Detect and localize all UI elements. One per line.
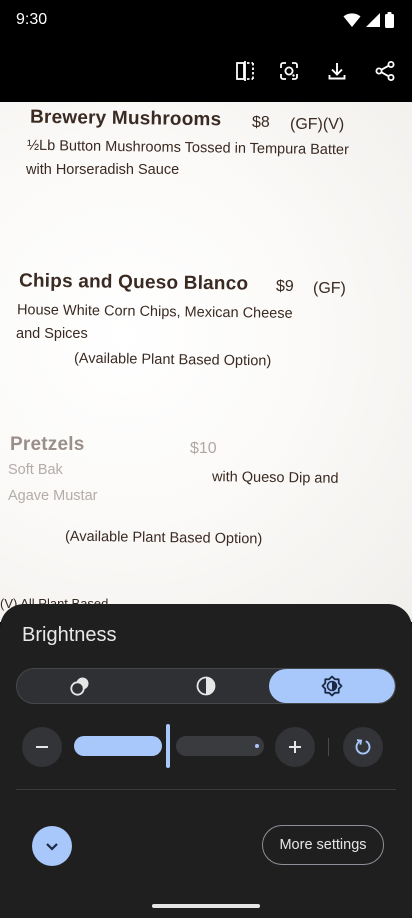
contrast-mode-button[interactable] (143, 669, 269, 703)
top-toolbar (0, 40, 412, 102)
collapse-panel-button[interactable] (32, 826, 72, 866)
menu-item-desc: with Horseradish Sauce (26, 162, 180, 178)
lens-icon (280, 62, 298, 80)
menu-item-desc: with Queso Dip and (211, 469, 339, 487)
sheet-title: Brightness (22, 624, 117, 646)
status-time: 9:30 (16, 11, 48, 28)
menu-item-name: Pretzels (10, 434, 85, 455)
minus-icon (36, 746, 48, 748)
menu-item-desc: Soft Bak (8, 462, 63, 478)
decrease-brightness-button[interactable] (22, 727, 62, 767)
lens-button[interactable] (276, 58, 302, 84)
reset-brightness-button[interactable] (343, 727, 383, 767)
status-icons (343, 12, 394, 28)
brightness-slider-handle[interactable] (166, 724, 170, 768)
contrast-icon (196, 676, 216, 696)
menu-item-note: (Available Plant Based Option) (73, 350, 272, 370)
gesture-bar[interactable] (152, 904, 260, 908)
wifi-icon (343, 13, 361, 27)
menu-photo: Brewery Mushrooms $8 (GF)(V) ½Lb Button … (0, 102, 412, 622)
more-settings-button[interactable]: More settings (262, 825, 384, 865)
increase-brightness-button[interactable] (275, 727, 315, 767)
plus-icon (289, 741, 301, 753)
brightness-icon (321, 675, 343, 697)
slider-end-dot (255, 744, 259, 748)
download-button[interactable] (324, 58, 350, 84)
menu-item-name: Brewery Mushrooms (29, 106, 222, 131)
menu-item-name: Chips and Queso Blanco (18, 270, 249, 295)
signal-icon (366, 13, 380, 27)
brightness-slider-track[interactable] (176, 736, 264, 756)
download-icon (328, 63, 346, 80)
status-bar: 9:30 (0, 0, 412, 40)
menu-item-price: $8 (252, 114, 270, 131)
menu-item-note: (Available Plant Based Option) (64, 528, 263, 548)
menu-item-desc: and Spices (16, 326, 88, 342)
menu-item-price: $10 (190, 440, 217, 457)
menu-item-desc: ½Lb Button Mushrooms Tossed in Tempura B… (26, 137, 349, 159)
compare-button[interactable] (232, 58, 258, 84)
panel-divider (16, 789, 396, 790)
share-icon (375, 61, 395, 81)
mode-selector (16, 668, 396, 704)
chevron-down-icon (46, 843, 58, 851)
menu-item-desc: Agave Mustar (8, 488, 98, 504)
brightness-mode-button[interactable] (269, 669, 395, 703)
divider (328, 738, 329, 756)
menu-item-price: $9 (276, 278, 294, 295)
share-button[interactable] (372, 58, 398, 84)
battery-icon (385, 12, 394, 28)
brightness-slider-fill[interactable] (74, 736, 162, 756)
compare-icon (236, 61, 254, 81)
auto-adjust-icon (70, 677, 89, 696)
auto-adjust-mode-button[interactable] (17, 669, 143, 703)
reset-icon (355, 739, 371, 755)
menu-item-desc: House White Corn Chips, Mexican Cheese (16, 302, 293, 322)
menu-item-tags: (GF) (313, 280, 346, 297)
menu-item-tags: (GF)(V) (290, 116, 345, 133)
